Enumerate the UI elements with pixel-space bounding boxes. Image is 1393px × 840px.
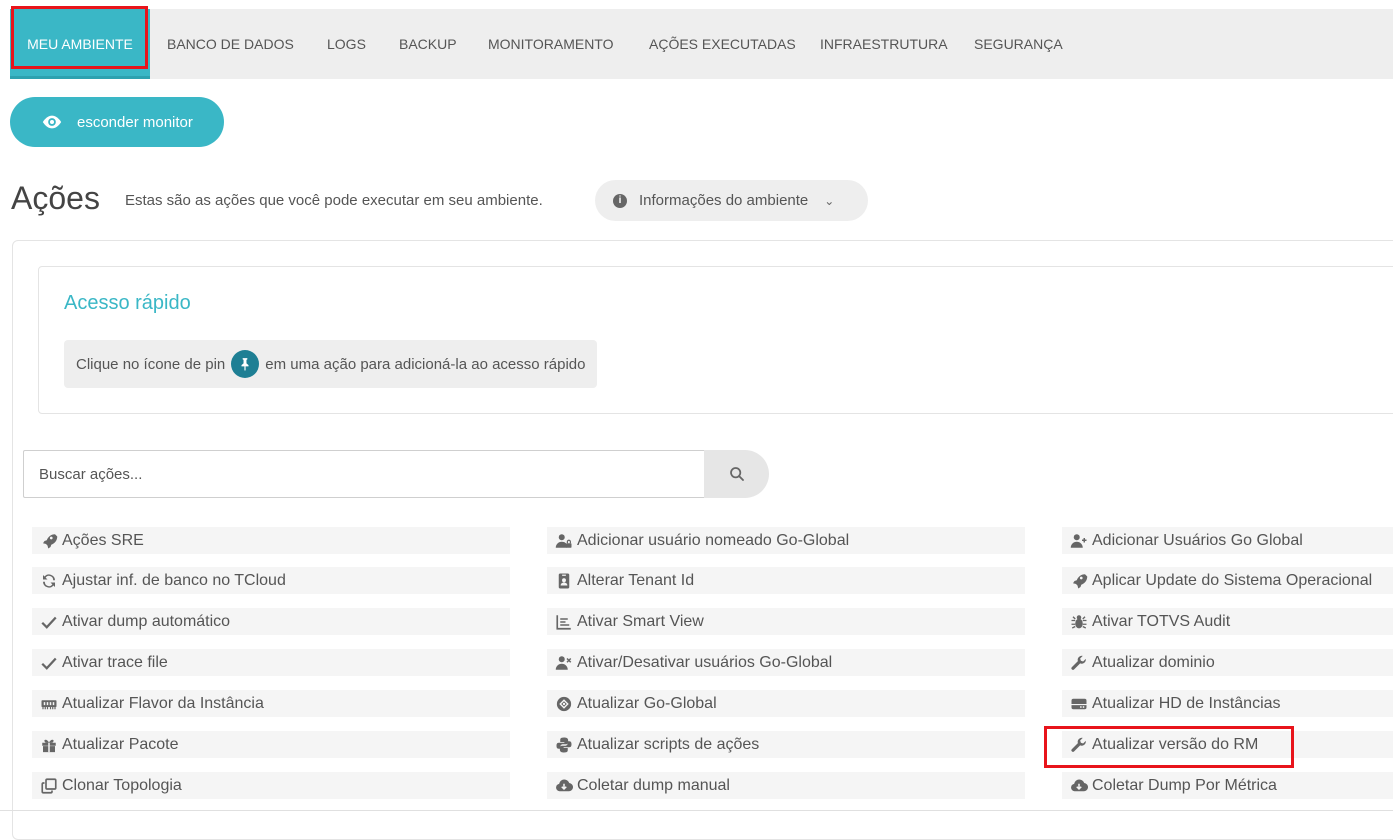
wrench-icon xyxy=(1071,655,1086,670)
action-item[interactable]: Atualizar Flavor da Instância xyxy=(32,690,510,717)
tab-seguranca[interactable]: SEGURANÇA xyxy=(974,9,1063,79)
action-label: Atualizar Flavor da Instância xyxy=(62,694,264,712)
tab-logs[interactable]: LOGS xyxy=(327,9,366,79)
search-button[interactable] xyxy=(704,450,769,498)
tab-acoes-executadas[interactable]: AÇÕES EXECUTADAS xyxy=(649,9,796,79)
page-title: Ações xyxy=(11,180,100,216)
cloud-download-icon xyxy=(556,779,573,791)
action-label: Adicionar Usuários Go Global xyxy=(1092,531,1303,549)
action-label: Clonar Topologia xyxy=(62,776,182,794)
sync-icon xyxy=(43,573,55,588)
action-label: Ativar Smart View xyxy=(577,612,704,630)
action-label: Ativar/Desativar usuários Go-Global xyxy=(577,653,833,671)
quick-access-hint: Clique no ícone de pin em uma ação para … xyxy=(64,340,598,388)
top-nav: MEU AMBIENTE BANCO DE DADOS LOGS BACKUP … xyxy=(10,9,1393,79)
rocket-icon xyxy=(43,533,58,548)
quick-hint-before: Clique no ícone de pin xyxy=(76,355,226,373)
id-badge-icon xyxy=(558,573,570,588)
action-item[interactable]: Atualizar versão do RM xyxy=(1062,731,1393,758)
clone-icon xyxy=(41,777,57,794)
action-label: Ativar dump automático xyxy=(62,612,231,630)
action-item[interactable]: Atualizar scripts de ações xyxy=(547,731,1025,758)
action-item[interactable]: Ações SRE xyxy=(32,527,510,554)
action-item[interactable]: Ativar/Desativar usuários Go-Global xyxy=(547,649,1025,676)
action-item[interactable]: Coletar dump manual xyxy=(547,772,1025,799)
action-label: Atualizar HD de Instâncias xyxy=(1092,694,1281,712)
quick-access-title: Acesso rápido xyxy=(64,292,191,314)
python-icon xyxy=(556,737,572,752)
hdd-icon xyxy=(1071,698,1087,709)
check-icon xyxy=(41,657,57,670)
page-subtitle: Estas são as ações que você pode executa… xyxy=(125,192,543,209)
check-icon xyxy=(41,616,57,629)
user-lock-icon xyxy=(555,533,572,548)
action-label: Atualizar versão do RM xyxy=(1092,735,1259,753)
action-label: Ativar TOTVS Audit xyxy=(1092,612,1231,630)
divider xyxy=(0,810,1393,811)
tab-meu-ambiente[interactable]: MEU AMBIENTE xyxy=(10,9,150,79)
action-item[interactable]: Alterar Tenant Id xyxy=(547,567,1025,594)
action-item[interactable]: Coletar Dump Por Métrica xyxy=(1062,772,1393,799)
bug-icon xyxy=(1071,614,1087,629)
info-icon: i xyxy=(613,193,627,208)
chart-icon xyxy=(556,614,571,630)
eye-icon xyxy=(42,115,62,129)
action-label: Coletar Dump Por Métrica xyxy=(1092,776,1277,794)
action-item[interactable]: Ativar trace file xyxy=(32,649,510,676)
action-item[interactable]: Atualizar HD de Instâncias xyxy=(1062,690,1393,717)
action-item[interactable]: Aplicar Update do Sistema Operacional xyxy=(1062,567,1393,594)
chevron-down-icon: ⌄ xyxy=(824,193,835,208)
environment-info-label: Informações do ambiente xyxy=(639,192,809,209)
user-times-icon xyxy=(555,655,572,670)
tab-backup[interactable]: BACKUP xyxy=(399,9,457,79)
wrench-icon xyxy=(1071,737,1086,752)
action-item[interactable]: Clonar Topologia xyxy=(32,772,510,799)
globe-icon xyxy=(556,696,572,711)
cloud-download-icon xyxy=(1071,779,1088,791)
action-label: Adicionar usuário nomeado Go-Global xyxy=(577,531,850,549)
action-label: Atualizar dominio xyxy=(1092,653,1215,671)
pin-icon xyxy=(231,350,260,378)
quick-hint-after: em uma ação para adicioná-la ao acesso r… xyxy=(265,355,586,373)
action-label: Alterar Tenant Id xyxy=(577,571,695,589)
action-label: Coletar dump manual xyxy=(577,776,730,794)
action-label: Ativar trace file xyxy=(62,653,168,671)
action-label: Ajustar inf. de banco no TCloud xyxy=(62,571,286,589)
action-item[interactable]: Adicionar usuário nomeado Go-Global xyxy=(547,527,1025,554)
search-icon xyxy=(729,467,744,481)
action-item[interactable]: Ativar Smart View xyxy=(547,608,1025,635)
action-label: Atualizar scripts de ações xyxy=(577,735,760,753)
action-item[interactable]: Atualizar Pacote xyxy=(32,731,510,758)
tab-infraestrutura[interactable]: INFRAESTRUTURA xyxy=(820,9,948,79)
action-label: Atualizar Pacote xyxy=(62,735,179,753)
action-label: Atualizar Go-Global xyxy=(577,694,717,712)
rocket-icon xyxy=(1073,573,1088,588)
action-item[interactable]: Ativar dump automático xyxy=(32,608,510,635)
action-label: Aplicar Update do Sistema Operacional xyxy=(1092,571,1373,589)
memory-icon xyxy=(41,699,57,709)
gift-icon xyxy=(42,739,56,752)
action-item[interactable]: Ajustar inf. de banco no TCloud xyxy=(32,567,510,594)
environment-info-dropdown[interactable]: i Informações do ambiente ⌄ xyxy=(595,180,868,221)
action-label: Ações SRE xyxy=(62,531,144,549)
action-item[interactable]: Atualizar Go-Global xyxy=(547,690,1025,717)
action-item[interactable]: Ativar TOTVS Audit xyxy=(1062,608,1393,635)
hide-monitor-label: esconder monitor xyxy=(77,113,193,131)
hide-monitor-button[interactable]: esconder monitor xyxy=(10,97,224,147)
action-item[interactable]: Atualizar dominio xyxy=(1062,649,1393,676)
user-plus-icon xyxy=(1070,533,1087,548)
tab-banco-de-dados[interactable]: BANCO DE DADOS xyxy=(167,9,294,79)
tab-monitoramento[interactable]: MONITORAMENTO xyxy=(488,9,614,79)
action-item[interactable]: Adicionar Usuários Go Global xyxy=(1062,527,1393,554)
search-input[interactable] xyxy=(23,450,705,498)
